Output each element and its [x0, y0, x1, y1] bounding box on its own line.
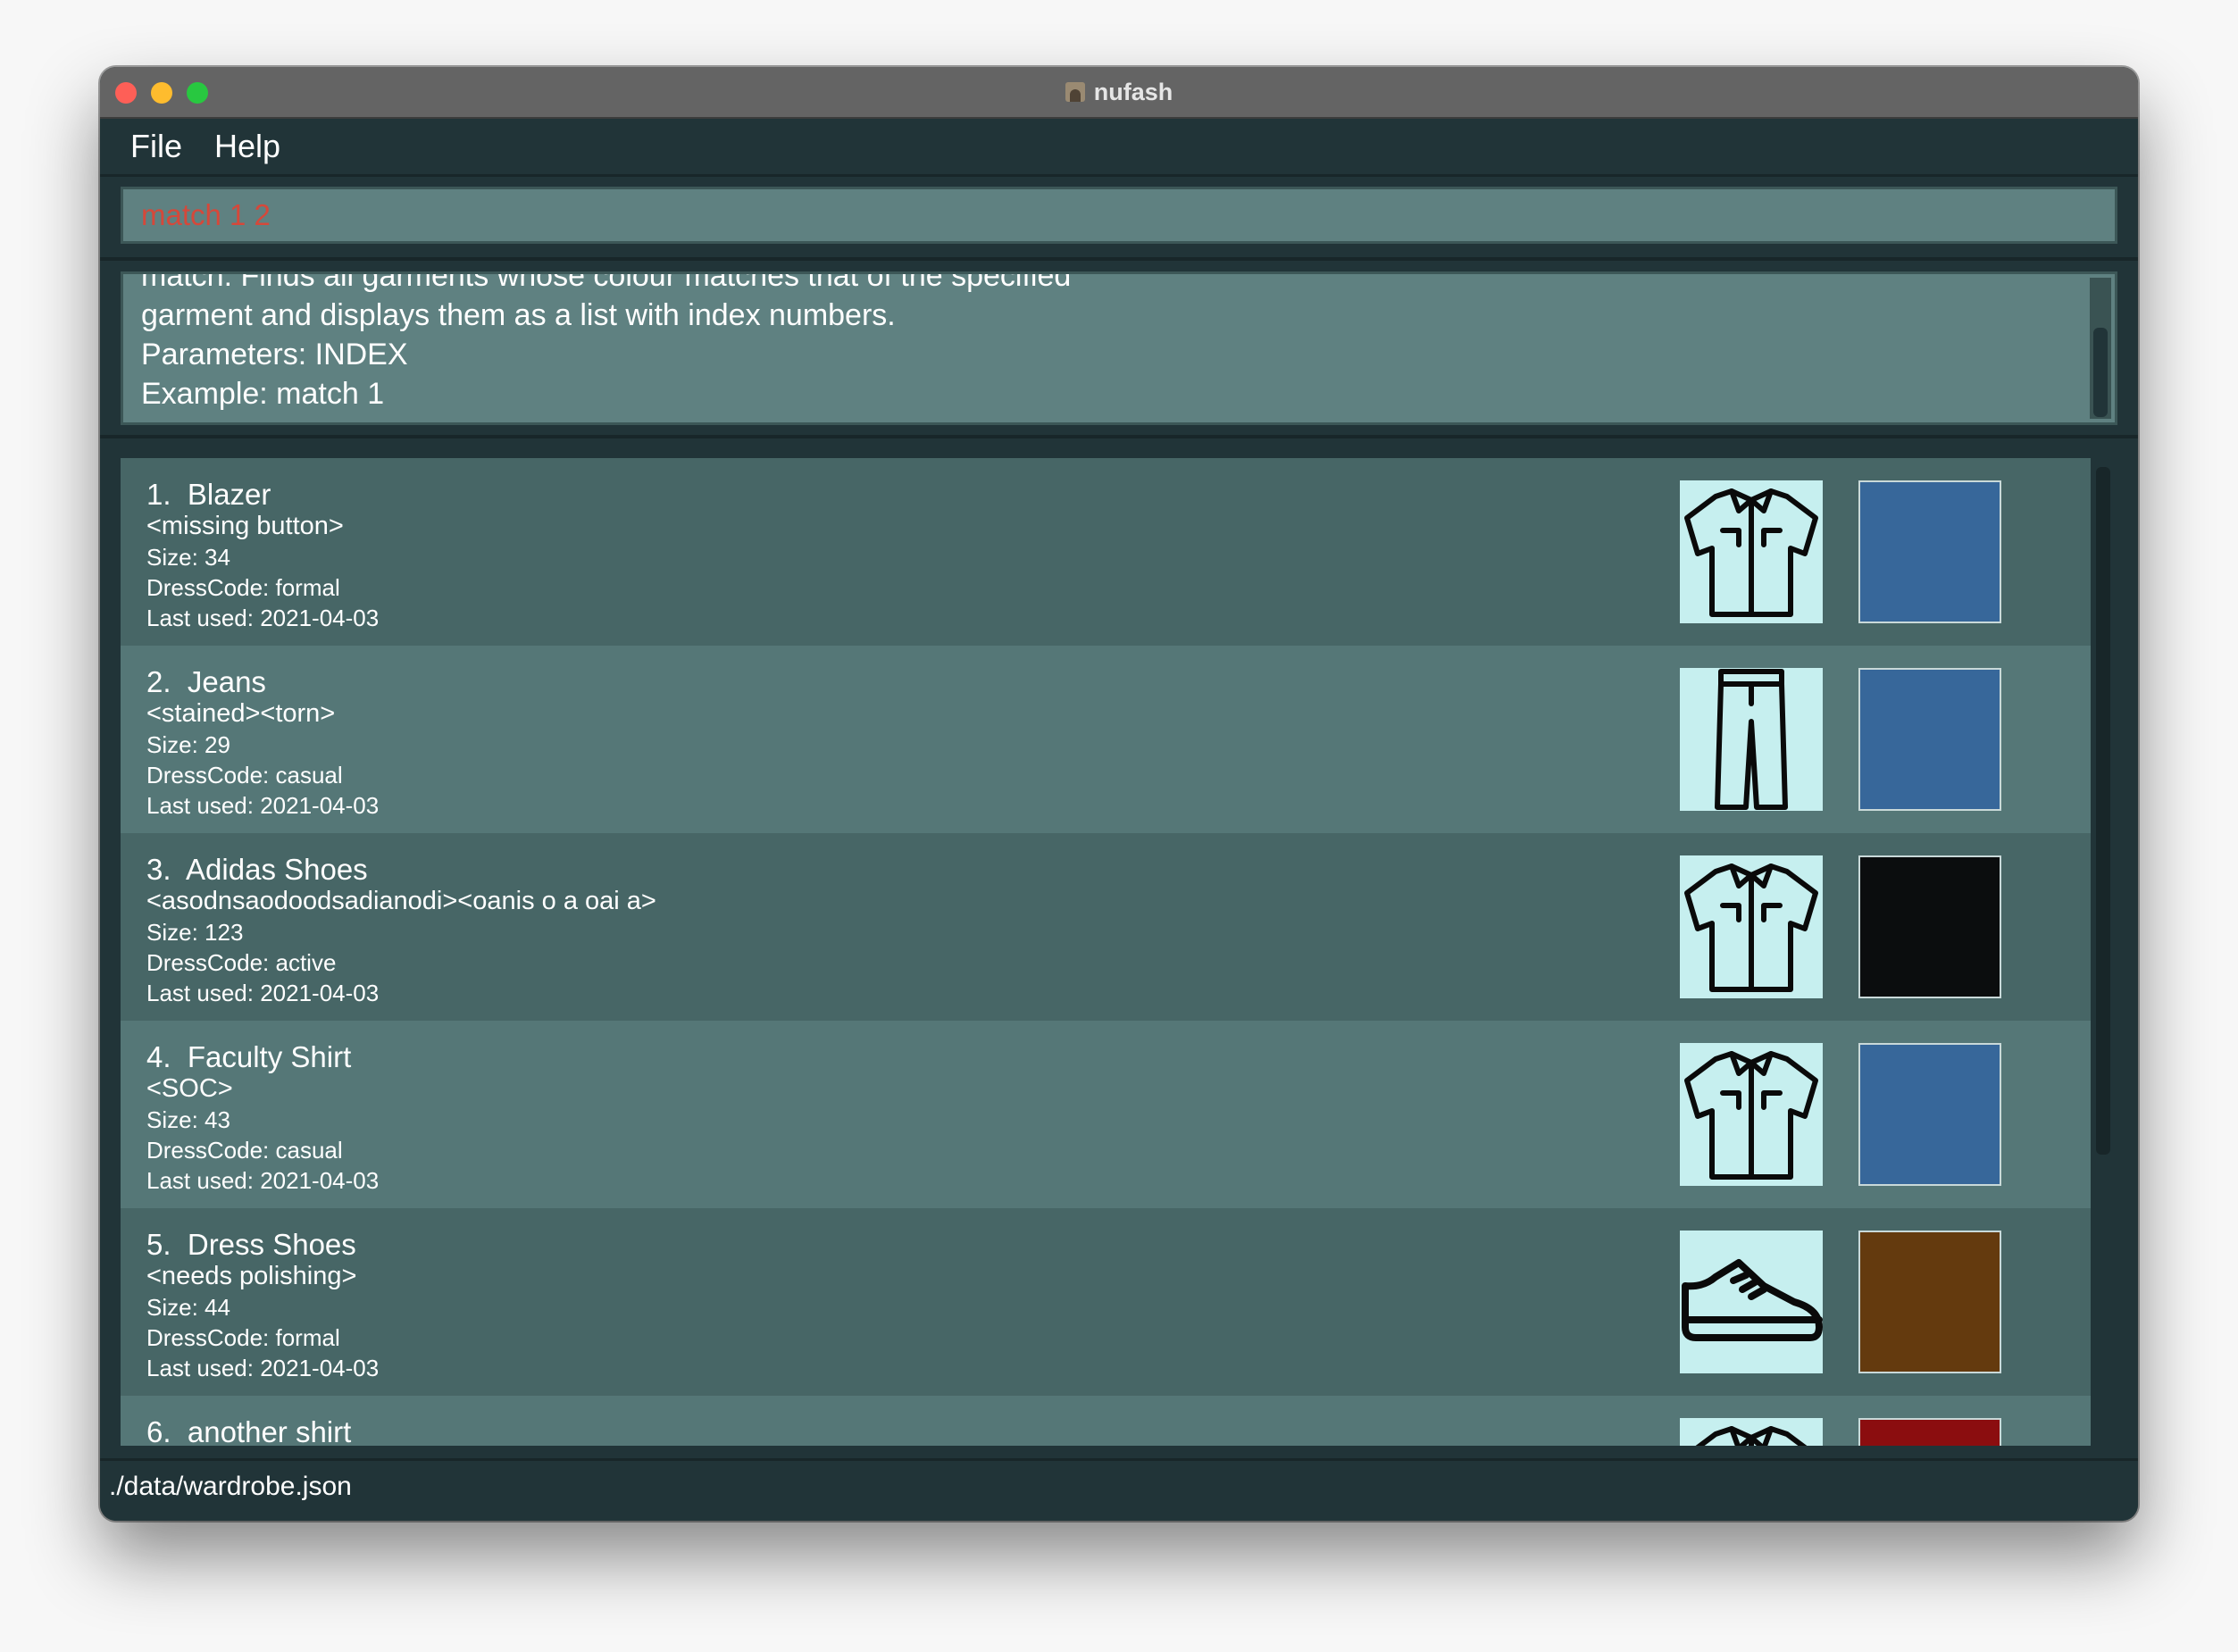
garment-last-used: Last used: 2021-04-03 [146, 1167, 380, 1194]
pants-icon [1680, 668, 1823, 811]
garment-name: 4. Faculty Shirt [146, 1040, 352, 1073]
garment-dresscode: DressCode: casual [146, 762, 343, 788]
garment-list: 1. Blazer <missing button> Size: 34 DressCo… [121, 458, 2117, 1446]
result-text: match: Finds all garments whose colour m… [141, 271, 2079, 413]
shirt-icon [1680, 1418, 1823, 1446]
shirt-icon [1680, 855, 1823, 998]
data-file-path: ./data/wardrobe.json [109, 1472, 352, 1501]
result-line: Example: match 1 [141, 377, 385, 411]
garment-size: Size: 44 [146, 1294, 230, 1321]
colour-swatch [1858, 1231, 2001, 1373]
garment-tags: <SOC> [146, 1074, 233, 1103]
menu-file[interactable]: File [130, 128, 182, 165]
garment-card[interactable]: 2. Jeans <stained><torn> Size: 29 DressCode… [121, 646, 2091, 833]
shirt-icon [1680, 1043, 1823, 1186]
garment-size: Size: 34 [146, 544, 230, 571]
garment-last-used: Last used: 2021-04-03 [146, 605, 380, 631]
garment-name: 3. Adidas Shoes [146, 853, 368, 886]
result-line: match: Finds all garments whose colour m… [141, 271, 1072, 293]
menu-help[interactable]: Help [214, 128, 280, 165]
garment-name: 1. Blazer [146, 478, 271, 511]
garment-size: Size: 123 [146, 919, 244, 946]
garment-last-used: Last used: 2021-04-03 [146, 792, 380, 819]
garment-size: Size: 29 [146, 731, 230, 758]
garment-tags: <needs polishing> [146, 1262, 357, 1290]
window-title: nufash [1093, 78, 1173, 105]
garment-card[interactable]: 3. Adidas Shoes <asodnsaodoodsadianodi><o… [121, 833, 2091, 1021]
result-scrollbar-thumb[interactable] [2093, 328, 2108, 417]
garment-name: 6. another shirt [146, 1415, 352, 1446]
command-box [121, 187, 2117, 244]
garment-tags: <asodnsaodoodsadianodi><oanis o a oai a> [146, 887, 656, 915]
result-line: garment and displays them as a list with… [141, 298, 896, 332]
garment-last-used: Last used: 2021-04-03 [146, 980, 380, 1006]
result-display: match: Finds all garments whose colour m… [121, 271, 2117, 425]
menu-bar: File Help [100, 119, 2138, 177]
command-input[interactable] [123, 189, 2115, 241]
colour-swatch [1858, 1418, 2001, 1446]
status-bar: ./data/wardrobe.json [100, 1458, 2138, 1521]
garment-tags: <stained><torn> [146, 699, 336, 728]
garment-dresscode: DressCode: formal [146, 574, 340, 601]
shirt-icon [1680, 480, 1823, 623]
garment-tags: <missing button> [146, 512, 344, 540]
app-window: nufash File Help match: Finds all garmen… [100, 67, 2138, 1521]
divider [100, 257, 2138, 261]
title-bar: nufash [100, 67, 2138, 119]
colour-swatch [1858, 668, 2001, 811]
garment-dresscode: DressCode: casual [146, 1137, 343, 1164]
garment-card[interactable]: 5. Dress Shoes <needs polishing> Size: 44 D… [121, 1208, 2091, 1396]
result-line: Parameters: INDEX [141, 338, 408, 371]
garment-card[interactable]: 4. Faculty Shirt <SOC> Size: 43 DressCode: … [121, 1021, 2091, 1208]
garment-size: Size: 43 [146, 1106, 230, 1133]
divider [100, 435, 2138, 438]
garment-dresscode: DressCode: formal [146, 1324, 340, 1351]
garment-card[interactable]: 6. another shirt [121, 1396, 2091, 1446]
colour-swatch [1858, 480, 2001, 623]
garment-last-used: Last used: 2021-04-03 [146, 1355, 380, 1381]
shoe-icon [1680, 1231, 1823, 1373]
colour-swatch [1858, 1043, 2001, 1186]
garment-dresscode: DressCode: active [146, 949, 337, 976]
app-icon [1065, 82, 1085, 102]
garment-name: 5. Dress Shoes [146, 1228, 356, 1261]
garment-name: 2. Jeans [146, 665, 266, 698]
colour-swatch [1858, 855, 2001, 998]
garment-card[interactable]: 1. Blazer <missing button> Size: 34 DressCo… [121, 458, 2091, 646]
list-scrollbar-thumb[interactable] [2096, 467, 2110, 1155]
